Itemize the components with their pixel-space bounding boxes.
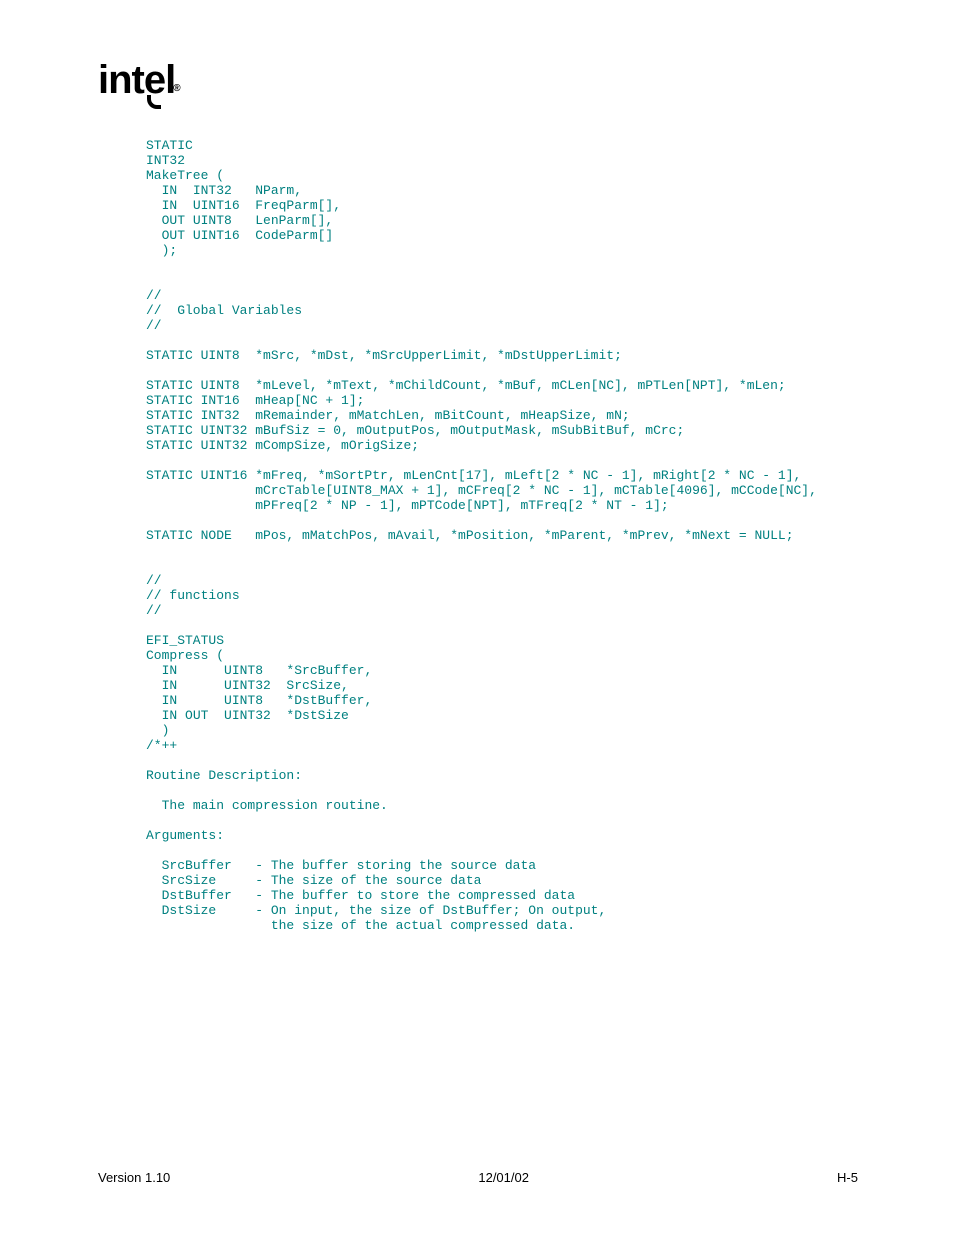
footer-page: H-5: [837, 1170, 858, 1185]
intel-logo: intel®: [98, 58, 182, 103]
footer-date: 12/01/02: [478, 1170, 529, 1185]
page-footer: Version 1.10 12/01/02 H-5: [98, 1170, 858, 1185]
document-page: intel® STATIC INT32 MakeTree ( IN INT32 …: [0, 0, 954, 1235]
logo-text: intel: [98, 58, 175, 102]
code-block: STATIC INT32 MakeTree ( IN INT32 NParm, …: [146, 138, 831, 933]
footer-version: Version 1.10: [98, 1170, 170, 1185]
logo-registered-icon: ®: [173, 83, 179, 94]
